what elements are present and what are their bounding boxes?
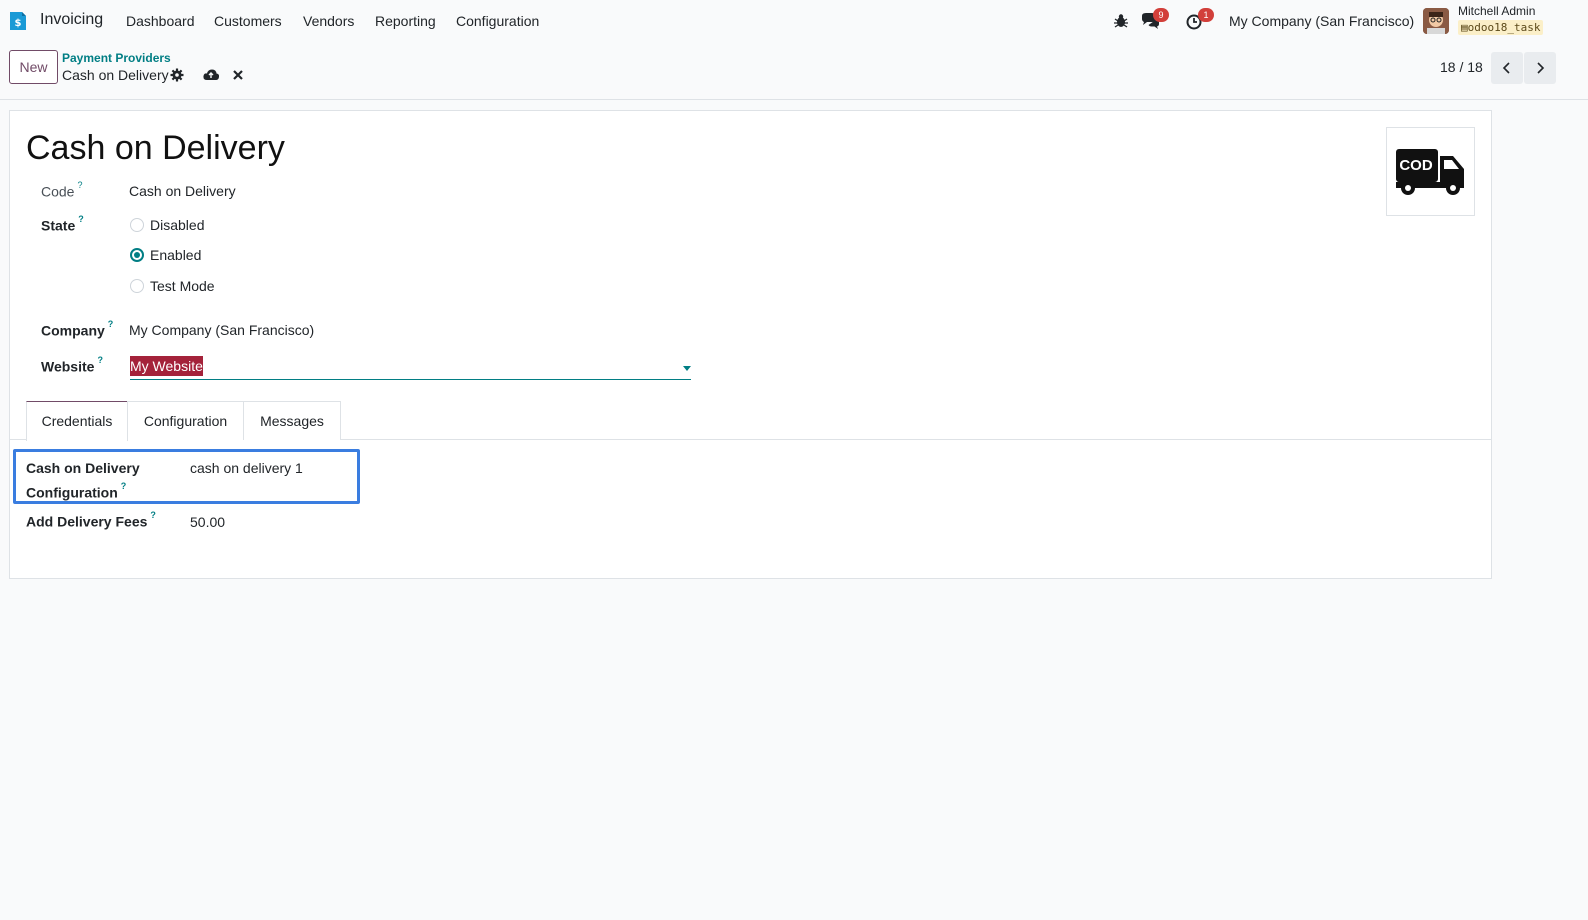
menu-dashboard[interactable]: Dashboard <box>126 13 195 29</box>
company-help-icon[interactable]: ? <box>108 319 114 329</box>
tab-messages[interactable]: Messages <box>243 401 341 440</box>
svg-text:$: $ <box>15 18 22 29</box>
code-label: Code? <box>41 180 82 200</box>
website-input-value[interactable]: My Website <box>130 356 203 376</box>
delivery-fees-label-text: Add Delivery Fees <box>26 513 148 530</box>
activities-count-badge: 1 <box>1198 8 1214 22</box>
delivery-fees-label: Add Delivery Fees? <box>26 510 156 530</box>
pager-next-button[interactable] <box>1524 52 1556 84</box>
cod-config-label-line1: Cash on Delivery <box>26 460 140 476</box>
code-value: Cash on Delivery <box>129 183 236 199</box>
control-panel: New Payment Providers Cash on Delivery 1… <box>0 42 1588 100</box>
company-label: Company? <box>41 319 114 339</box>
breadcrumb-current: Cash on Delivery <box>62 67 169 83</box>
state-option-enabled[interactable]: Enabled <box>150 247 201 263</box>
new-button[interactable]: New <box>9 50 58 84</box>
user-avatar[interactable] <box>1423 8 1449 34</box>
state-label-text: State <box>41 217 76 234</box>
save-cloud-icon[interactable] <box>203 68 220 82</box>
notebook-tabs: Credentials Configuration Messages <box>10 401 1491 441</box>
company-value: My Company (San Francisco) <box>129 322 315 338</box>
delivery-fees-help-icon[interactable]: ? <box>150 510 156 520</box>
breadcrumb-payment-providers[interactable]: Payment Providers <box>62 51 171 65</box>
pager-value[interactable]: 18 / 18 <box>1440 59 1483 75</box>
delivery-fees-value[interactable]: 50.00 <box>190 514 225 530</box>
state-radio-disabled[interactable] <box>130 218 144 232</box>
state-option-test-mode[interactable]: Test Mode <box>150 278 215 294</box>
state-help-icon[interactable]: ? <box>78 214 84 224</box>
messages-count-badge: 9 <box>1153 8 1169 22</box>
form-sheet: Cash on Delivery COD Code? Cash on Deliv… <box>9 110 1492 579</box>
invoicing-app-icon[interactable]: $ <box>8 10 28 32</box>
database-name: odoo18_task <box>1467 21 1541 34</box>
tab-credentials[interactable]: Credentials <box>26 401 128 441</box>
website-label-text: Website <box>41 358 95 375</box>
company-switcher[interactable]: My Company (San Francisco) <box>1229 13 1414 29</box>
tab-configuration[interactable]: Configuration <box>127 401 244 440</box>
state-radio-enabled[interactable] <box>130 248 144 262</box>
gear-icon[interactable] <box>170 68 184 82</box>
cod-config-label-line2: Configuration <box>26 484 118 501</box>
chevron-right-icon <box>1537 62 1545 74</box>
pager-previous-button[interactable] <box>1491 52 1523 84</box>
state-option-disabled[interactable]: Disabled <box>150 217 204 233</box>
menu-configuration[interactable]: Configuration <box>456 13 539 29</box>
discard-close-icon[interactable] <box>231 68 245 82</box>
menu-vendors[interactable]: Vendors <box>303 13 354 29</box>
database-tag: ▤odoo18_task <box>1458 20 1544 35</box>
cod-truck-logo[interactable]: COD <box>1386 127 1475 216</box>
record-title[interactable]: Cash on Delivery <box>26 129 285 168</box>
cod-config-help-icon[interactable]: ? <box>121 481 127 491</box>
top-navbar: $ Invoicing Dashboard Customers Vendors … <box>0 0 1588 42</box>
cod-config-label: Cash on Delivery Configuration? <box>26 458 140 504</box>
website-select-field[interactable]: My Website <box>130 356 691 380</box>
cod-logo-text: COD <box>1399 157 1433 174</box>
cod-config-value[interactable]: cash on delivery 1 <box>190 460 303 476</box>
app-name[interactable]: Invoicing <box>40 11 103 29</box>
code-label-text: Code <box>41 183 75 200</box>
menu-reporting[interactable]: Reporting <box>375 13 436 29</box>
state-label: State? <box>41 214 84 234</box>
user-name[interactable]: Mitchell Admin <box>1458 4 1535 18</box>
website-label: Website? <box>41 355 103 375</box>
company-label-text: Company <box>41 322 105 339</box>
chevron-left-icon <box>1502 62 1510 74</box>
state-radio-test-mode[interactable] <box>130 279 144 293</box>
caret-down-icon[interactable] <box>683 366 691 371</box>
database-icon: ▤ <box>1461 21 1468 34</box>
debug-bug-icon[interactable] <box>1111 11 1131 31</box>
menu-customers[interactable]: Customers <box>214 13 282 29</box>
code-help-icon[interactable]: ? <box>77 180 82 190</box>
website-help-icon[interactable]: ? <box>97 355 103 365</box>
